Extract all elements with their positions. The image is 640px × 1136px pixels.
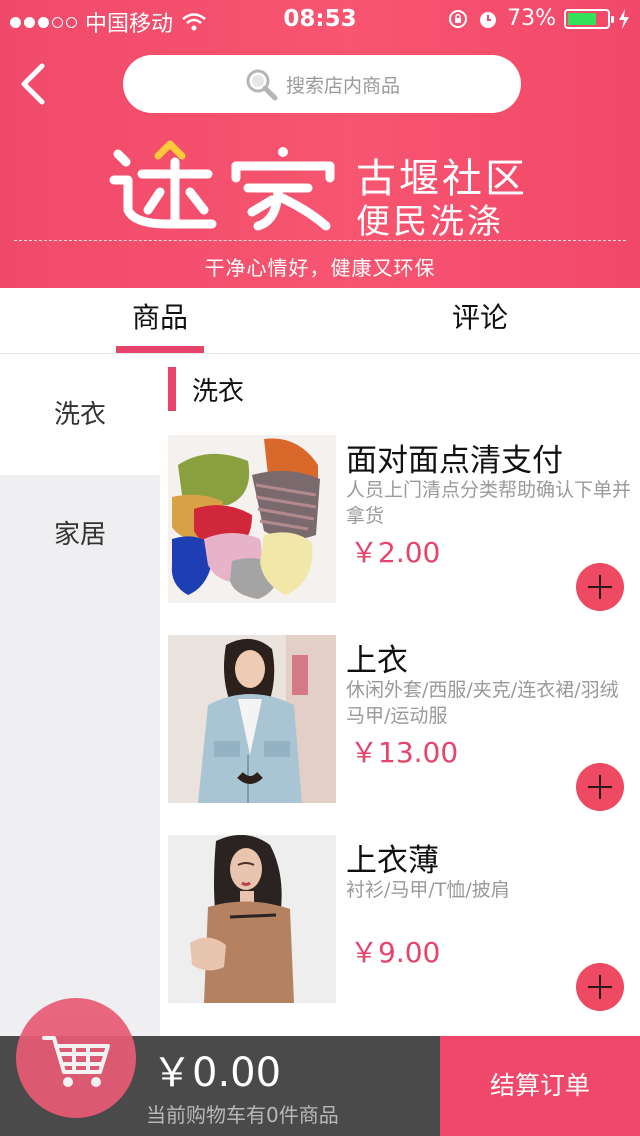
battery-percent: 73% xyxy=(507,6,556,31)
charging-icon xyxy=(619,8,629,29)
add-to-cart-button[interactable] xyxy=(576,963,624,1011)
product-price: ￥13.00 xyxy=(350,736,459,769)
product-price: ￥2.00 xyxy=(350,536,441,569)
cart-button[interactable] xyxy=(16,998,136,1118)
tab-bar: 商品 评论 xyxy=(0,288,640,354)
orientation-lock-icon xyxy=(449,9,468,28)
product-name: 面对面点清支付 xyxy=(346,443,563,479)
product-list: 洗衣 面对面点清支付 人员上门清点分类帮助确认下单并拿货 ￥2.00 上衣 休闲… xyxy=(160,355,640,1055)
category-home[interactable]: 家居 xyxy=(0,475,160,595)
product-name: 上衣薄 xyxy=(346,843,439,879)
product-name: 上衣 xyxy=(346,643,408,679)
search-placeholder: 搜索店内商品 xyxy=(285,74,400,97)
section-marker xyxy=(168,367,176,411)
header: 中国移动 08:53 73% 搜索店内商品 古堰社区 便民洗涤 干净心情好，健康… xyxy=(0,0,640,288)
battery-fill xyxy=(568,12,596,25)
product-image-denim-jacket[interactable] xyxy=(168,635,336,803)
product-desc: 人员上门清点分类帮助确认下单并拿货 xyxy=(346,479,632,527)
brand-logo xyxy=(109,140,335,231)
status-right: 73% xyxy=(447,6,630,31)
checkout-button[interactable]: 结算订单 xyxy=(440,1036,640,1136)
status-bar: 中国移动 08:53 73% xyxy=(0,0,640,40)
add-to-cart-button[interactable] xyxy=(576,763,624,811)
section-title: 洗衣 xyxy=(192,377,245,407)
product-price: ￥9.00 xyxy=(350,936,441,969)
product-desc: 衬衫/马甲/T恤/披肩 xyxy=(346,879,510,901)
product-item[interactable]: 上衣 休闲外套/西服/夹克/连衣裙/羽绒马甲/运动服 ￥13.00 xyxy=(160,635,640,835)
cart-total: ￥0.00 xyxy=(152,1050,282,1096)
active-tab-indicator xyxy=(116,346,204,353)
brand-line2: 便民洗涤 xyxy=(356,202,504,242)
back-icon[interactable] xyxy=(14,62,54,106)
battery-icon xyxy=(564,8,614,29)
product-item[interactable]: 上衣薄 衬衫/马甲/T恤/披肩 ￥9.00 xyxy=(160,835,640,1035)
tab-products[interactable]: 商品 xyxy=(0,288,320,354)
product-desc: 休闲外套/西服/夹克/连衣裙/羽绒马甲/运动服 xyxy=(346,679,619,727)
product-image-knit-top[interactable] xyxy=(168,835,336,1003)
alarm-icon xyxy=(480,11,497,28)
shopping-cart-icon xyxy=(42,1036,110,1087)
category-laundry[interactable]: 洗衣 xyxy=(0,355,160,475)
add-to-cart-button[interactable] xyxy=(576,563,624,611)
search-input[interactable]: 搜索店内商品 xyxy=(123,55,521,113)
tab-reviews[interactable]: 评论 xyxy=(320,288,640,354)
cart-info: 当前购物车有0件商品 xyxy=(146,1103,339,1127)
product-image-clothes-pile[interactable] xyxy=(168,435,336,603)
product-item[interactable]: 面对面点清支付 人员上门清点分类帮助确认下单并拿货 ￥2.00 xyxy=(160,435,640,635)
slogan: 干净心情好，健康又环保 xyxy=(204,256,436,280)
search-icon xyxy=(246,69,278,101)
header-divider xyxy=(14,240,626,241)
